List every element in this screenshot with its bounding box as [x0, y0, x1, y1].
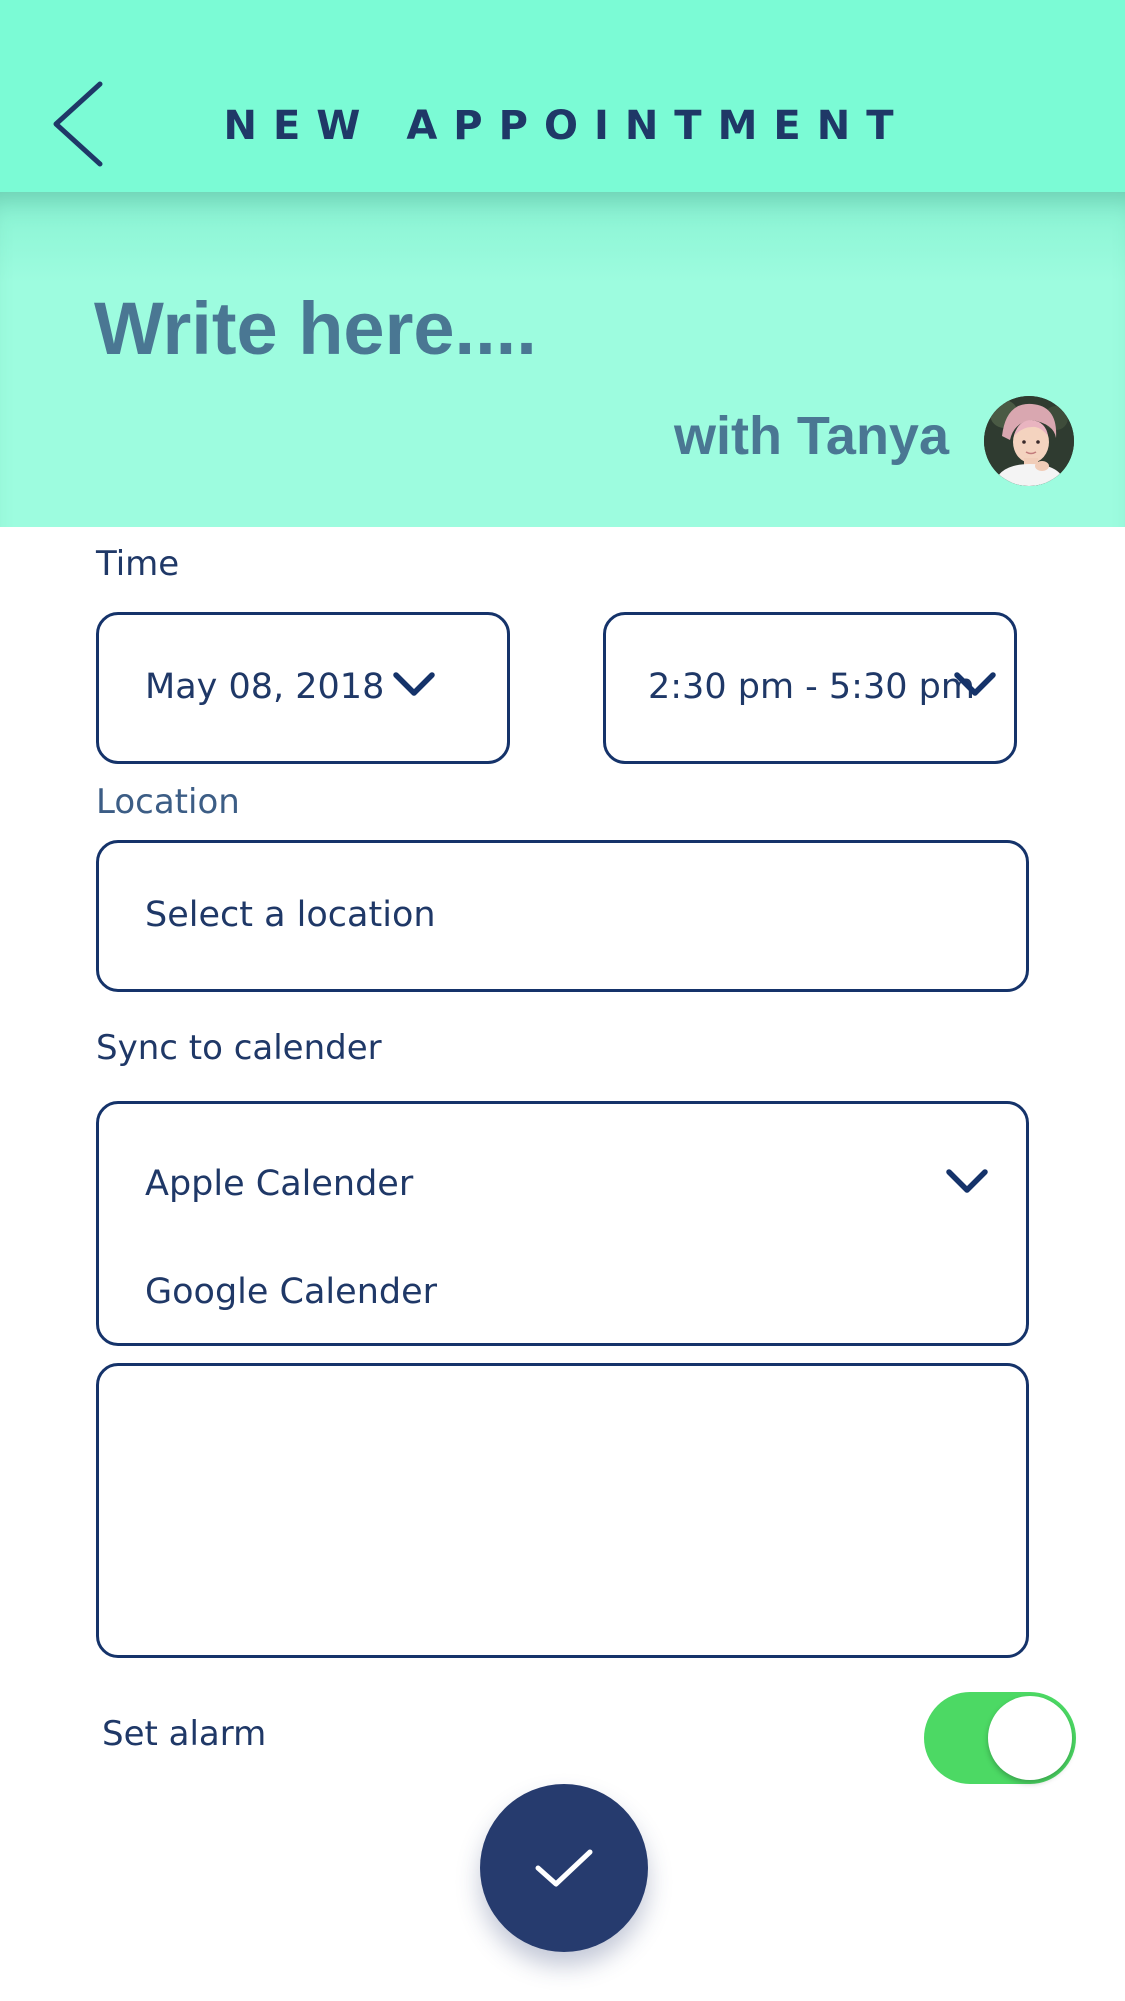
time-range-value: 2:30 pm - 5:30 pm [648, 667, 975, 707]
alarm-toggle[interactable] [924, 1692, 1076, 1784]
location-placeholder: Select a location [145, 895, 436, 935]
avatar-photo-icon [984, 396, 1074, 486]
confirm-button[interactable] [480, 1784, 648, 1952]
avatar[interactable] [984, 396, 1074, 486]
location-select[interactable]: Select a location [96, 840, 1029, 992]
toggle-knob [988, 1696, 1072, 1780]
time-range-select[interactable]: 2:30 pm - 5:30 pm [603, 612, 1017, 764]
location-label: Location [96, 782, 240, 822]
with-contact-label: with Tanya [673, 406, 949, 466]
alarm-label: Set alarm [102, 1714, 267, 1754]
sync-calendar-label: Sync to calender [96, 1028, 382, 1068]
time-label: Time [96, 544, 180, 584]
page-title: NEW APPOINTMENT [223, 103, 910, 149]
chevron-down-icon [944, 1166, 990, 1196]
date-select[interactable]: May 08, 2018 [96, 612, 510, 764]
appointment-subject-area: with Tanya [0, 192, 1125, 527]
new-appointment-screen: NEW APPOINTMENT with Tanya Time [0, 0, 1125, 2001]
check-icon [535, 1849, 593, 1887]
chevron-down-icon [952, 669, 998, 699]
chevron-down-icon [391, 669, 437, 699]
header-bar: NEW APPOINTMENT [0, 0, 1125, 192]
notes-textarea[interactable] [96, 1363, 1029, 1658]
date-value: May 08, 2018 [145, 667, 385, 707]
calendar-dropdown[interactable]: Apple Calender Google Calender [96, 1101, 1029, 1346]
calendar-option-google[interactable]: Google Calender [145, 1270, 437, 1314]
subject-input[interactable] [94, 280, 994, 376]
calendar-option-apple[interactable]: Apple Calender [145, 1162, 413, 1206]
